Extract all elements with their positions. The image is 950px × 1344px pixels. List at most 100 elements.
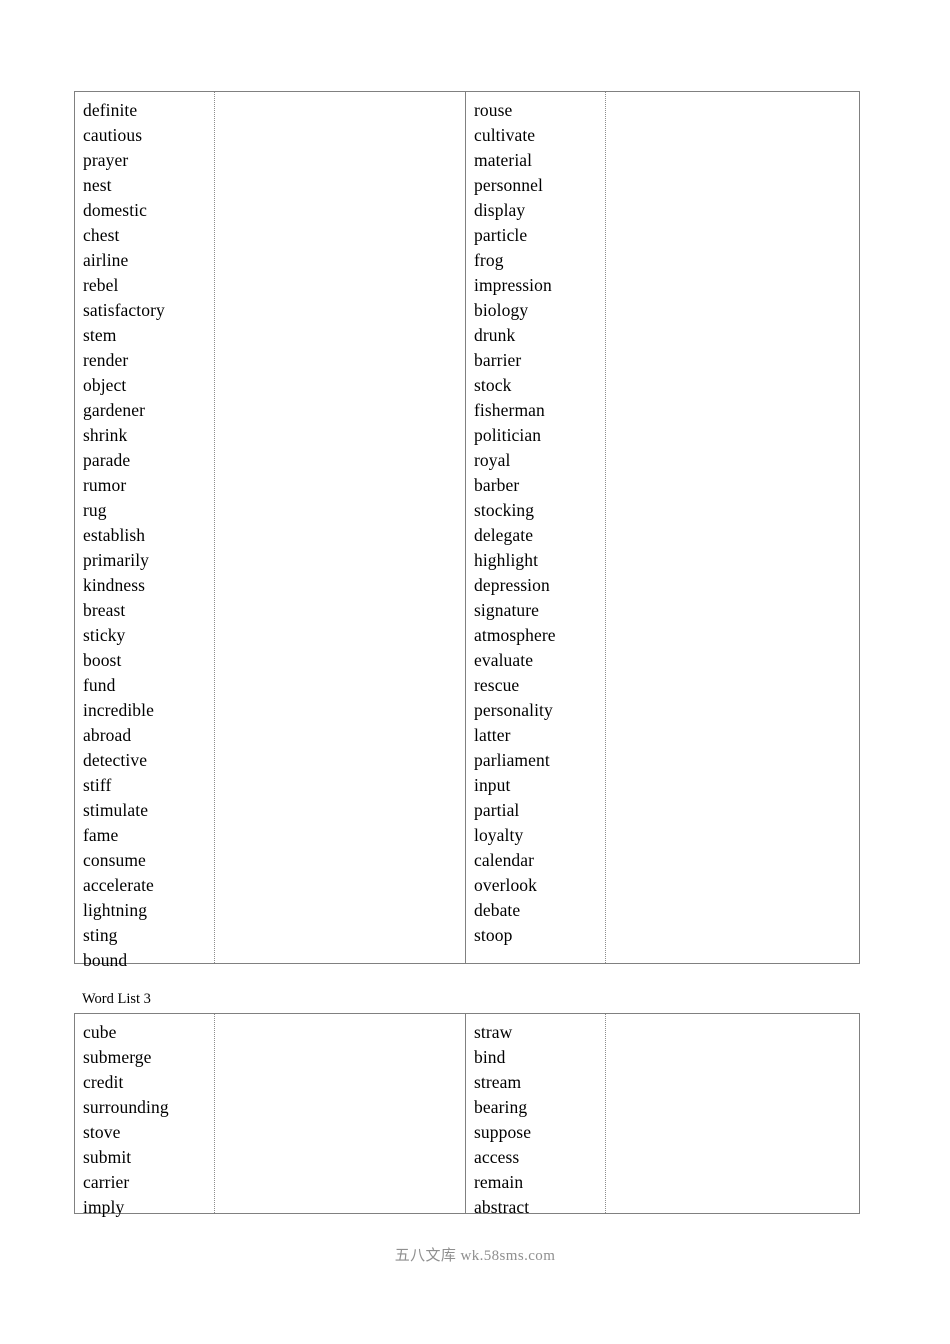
word-item: delegate bbox=[474, 525, 534, 545]
table-2-column-2-blank[interactable] bbox=[214, 1014, 465, 1213]
word-item: sting bbox=[83, 925, 118, 945]
word-item: object bbox=[83, 375, 127, 395]
word-item: straw bbox=[474, 1022, 513, 1042]
word-item: render bbox=[83, 350, 129, 370]
word-item: incredible bbox=[83, 700, 154, 720]
word-item: bound bbox=[83, 950, 128, 970]
word-item: fund bbox=[83, 675, 116, 695]
word-item: debate bbox=[474, 900, 521, 920]
word-item: sticky bbox=[83, 625, 126, 645]
word-item: lightning bbox=[83, 900, 148, 920]
word-item: bind bbox=[474, 1047, 506, 1067]
table-2-column-3-words: straw bind stream bearing suppose access remai… bbox=[466, 1014, 605, 1217]
word-item: stimulate bbox=[83, 800, 149, 820]
word-item: remain bbox=[474, 1172, 524, 1192]
table-2-column-1-words: cube submerge credit surrounding stove submit… bbox=[75, 1014, 214, 1217]
word-item: cautious bbox=[83, 125, 143, 145]
table-1-half-left: definite cautious prayer nest domestic chest a… bbox=[75, 92, 465, 970]
word-item: abroad bbox=[83, 725, 132, 745]
word-item: cube bbox=[83, 1022, 117, 1042]
word-item: latter bbox=[474, 725, 511, 745]
word-item: access bbox=[474, 1147, 520, 1167]
word-item: display bbox=[474, 200, 526, 220]
table-2-column-4-blank[interactable] bbox=[605, 1014, 859, 1213]
word-item: stock bbox=[474, 375, 512, 395]
table-1-column-2-blank[interactable] bbox=[214, 92, 465, 963]
word-item: material bbox=[474, 150, 533, 170]
word-item: bearing bbox=[474, 1097, 528, 1117]
table-1-half-right: rouse cultivate material personnel display pa… bbox=[465, 92, 859, 963]
word-item: satisfactory bbox=[83, 300, 165, 320]
word-item: establish bbox=[83, 525, 146, 545]
word-list-caption: Word List 3 bbox=[82, 991, 151, 1007]
word-item: drunk bbox=[474, 325, 516, 345]
word-item: stocking bbox=[474, 500, 535, 520]
word-item: highlight bbox=[474, 550, 539, 570]
word-item: rouse bbox=[474, 100, 513, 120]
word-item: stoop bbox=[474, 925, 513, 945]
word-item: evaluate bbox=[474, 650, 534, 670]
word-item: biology bbox=[474, 300, 529, 320]
word-item: partial bbox=[474, 800, 520, 820]
word-item: fisherman bbox=[474, 400, 545, 420]
word-item: overlook bbox=[474, 875, 538, 895]
word-item: stove bbox=[83, 1122, 121, 1142]
word-item: cultivate bbox=[474, 125, 536, 145]
word-item: consume bbox=[83, 850, 146, 870]
word-item: gardener bbox=[83, 400, 146, 420]
word-item: barrier bbox=[474, 350, 522, 370]
word-item: personnel bbox=[474, 175, 543, 195]
word-item: royal bbox=[474, 450, 511, 470]
word-item: prayer bbox=[83, 150, 129, 170]
table-1-column-3-words: rouse cultivate material personnel display pa… bbox=[466, 92, 605, 963]
word-item: rug bbox=[83, 500, 107, 520]
word-item: politician bbox=[474, 425, 542, 445]
word-item: input bbox=[474, 775, 511, 795]
word-item: personality bbox=[474, 700, 553, 720]
word-item: accelerate bbox=[83, 875, 154, 895]
table-2-half-left: cube submerge credit surrounding stove submit… bbox=[75, 1014, 465, 1217]
word-item: frog bbox=[474, 250, 504, 270]
word-item: loyalty bbox=[474, 825, 524, 845]
word-item: stiff bbox=[83, 775, 112, 795]
table-1-column-1-words: definite cautious prayer nest domestic chest a… bbox=[75, 92, 214, 970]
word-item: imply bbox=[83, 1197, 125, 1217]
word-item: domestic bbox=[83, 200, 147, 220]
table-1-column-4-blank[interactable] bbox=[605, 92, 859, 963]
word-item: particle bbox=[474, 225, 528, 245]
word-item: shrink bbox=[83, 425, 128, 445]
word-table-1: definite cautious prayer nest domestic chest a… bbox=[74, 91, 860, 970]
word-item: parade bbox=[83, 450, 131, 470]
word-item: submerge bbox=[83, 1047, 152, 1067]
word-item: chest bbox=[83, 225, 120, 245]
word-item: submit bbox=[83, 1147, 132, 1167]
word-item: boost bbox=[83, 650, 122, 670]
table-2-half-right: straw bind stream bearing suppose access remai… bbox=[465, 1014, 859, 1217]
word-table-2: cube submerge credit surrounding stove submit… bbox=[74, 1013, 860, 1217]
word-item: abstract bbox=[474, 1197, 530, 1217]
footer-watermark: 五八文库 wk.58sms.com bbox=[394, 1248, 556, 1264]
word-item: surrounding bbox=[83, 1097, 169, 1117]
word-item: stream bbox=[474, 1072, 522, 1092]
word-item: atmosphere bbox=[474, 625, 556, 645]
word-item: signature bbox=[474, 600, 540, 620]
word-item: kindness bbox=[83, 575, 146, 595]
word-item: breast bbox=[83, 600, 126, 620]
word-item: detective bbox=[83, 750, 148, 770]
word-item: carrier bbox=[83, 1172, 130, 1192]
word-item: credit bbox=[83, 1072, 124, 1092]
word-item: nest bbox=[83, 175, 112, 195]
word-item: parliament bbox=[474, 750, 550, 770]
word-item: rumor bbox=[83, 475, 127, 495]
word-item: calendar bbox=[474, 850, 535, 870]
word-item: depression bbox=[474, 575, 550, 595]
document-page: definite cautious prayer nest domestic chest a… bbox=[0, 0, 950, 1344]
word-item: impression bbox=[474, 275, 552, 295]
word-item: suppose bbox=[474, 1122, 532, 1142]
word-item: fame bbox=[83, 825, 119, 845]
word-item: rescue bbox=[474, 675, 520, 695]
word-item: barber bbox=[474, 475, 520, 495]
word-item: stem bbox=[83, 325, 117, 345]
word-item: definite bbox=[83, 100, 138, 120]
word-item: primarily bbox=[83, 550, 150, 570]
